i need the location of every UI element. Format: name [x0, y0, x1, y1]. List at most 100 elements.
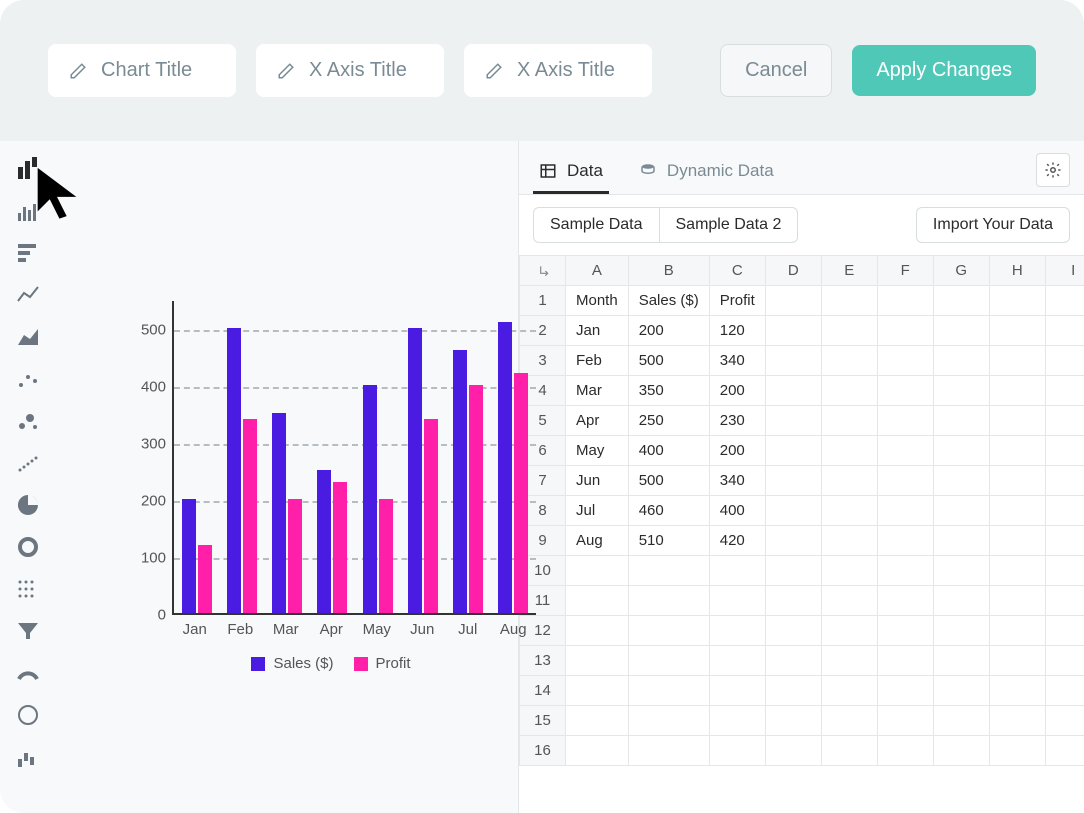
cell[interactable] — [709, 556, 765, 586]
cell[interactable] — [933, 286, 989, 316]
cell[interactable] — [765, 616, 821, 646]
cell[interactable] — [709, 586, 765, 616]
cell[interactable]: 200 — [628, 316, 709, 346]
cell[interactable]: Jun — [566, 466, 629, 496]
cell[interactable] — [989, 496, 1045, 526]
cell[interactable] — [566, 706, 629, 736]
cell[interactable] — [933, 496, 989, 526]
cell[interactable] — [1045, 286, 1084, 316]
cell[interactable]: Apr — [566, 406, 629, 436]
cell[interactable] — [765, 556, 821, 586]
cell[interactable] — [1045, 406, 1084, 436]
cell[interactable] — [765, 316, 821, 346]
cell[interactable] — [933, 346, 989, 376]
cell[interactable] — [933, 736, 989, 766]
cell[interactable] — [566, 556, 629, 586]
sample-data-2-button[interactable]: Sample Data 2 — [660, 207, 799, 243]
cell[interactable] — [821, 436, 877, 466]
cell[interactable] — [877, 466, 933, 496]
cell[interactable]: 230 — [709, 406, 765, 436]
cell[interactable] — [709, 736, 765, 766]
cell[interactable] — [933, 586, 989, 616]
cell[interactable] — [989, 436, 1045, 466]
donut-chart-icon[interactable] — [14, 533, 42, 561]
cell[interactable] — [765, 586, 821, 616]
cell[interactable] — [877, 556, 933, 586]
cell[interactable] — [933, 466, 989, 496]
horizontal-bar-icon[interactable] — [14, 239, 42, 267]
cell[interactable]: Jul — [566, 496, 629, 526]
cell[interactable] — [821, 676, 877, 706]
cell[interactable]: 340 — [709, 466, 765, 496]
cell[interactable] — [765, 376, 821, 406]
chart-title-input[interactable]: Chart Title — [48, 44, 236, 97]
cell[interactable] — [1045, 736, 1084, 766]
col-header[interactable]: E — [821, 256, 877, 286]
line-chart-icon[interactable] — [14, 281, 42, 309]
cell[interactable] — [989, 556, 1045, 586]
cell[interactable] — [821, 466, 877, 496]
cell[interactable]: 340 — [709, 346, 765, 376]
area-chart-icon[interactable] — [14, 323, 42, 351]
scatter-chart-icon[interactable] — [14, 365, 42, 393]
col-header[interactable]: F — [877, 256, 933, 286]
cell[interactable] — [821, 586, 877, 616]
cell[interactable]: 200 — [709, 436, 765, 466]
cell[interactable] — [821, 646, 877, 676]
cell[interactable]: 250 — [628, 406, 709, 436]
cell[interactable]: 460 — [628, 496, 709, 526]
cell[interactable] — [933, 616, 989, 646]
cell[interactable] — [989, 736, 1045, 766]
cell[interactable]: May — [566, 436, 629, 466]
cell[interactable] — [765, 706, 821, 736]
cell[interactable] — [877, 736, 933, 766]
cell[interactable] — [765, 406, 821, 436]
dot-plot-icon[interactable] — [14, 449, 42, 477]
apply-changes-button[interactable]: Apply Changes — [852, 45, 1036, 96]
import-data-button[interactable]: Import Your Data — [916, 207, 1070, 243]
cell[interactable] — [989, 346, 1045, 376]
col-header[interactable]: G — [933, 256, 989, 286]
cell[interactable] — [933, 406, 989, 436]
cell[interactable] — [566, 586, 629, 616]
cell[interactable] — [628, 646, 709, 676]
cell[interactable] — [628, 616, 709, 646]
cell[interactable]: Mar — [566, 376, 629, 406]
cell[interactable] — [877, 406, 933, 436]
cell[interactable] — [933, 526, 989, 556]
cell[interactable]: 350 — [628, 376, 709, 406]
cell[interactable] — [877, 436, 933, 466]
cell[interactable]: Jan — [566, 316, 629, 346]
cell[interactable] — [877, 286, 933, 316]
cell[interactable]: 200 — [709, 376, 765, 406]
cell[interactable] — [877, 376, 933, 406]
cell[interactable] — [821, 346, 877, 376]
tab-dynamic-data[interactable]: Dynamic Data — [633, 151, 780, 194]
col-header[interactable]: D — [765, 256, 821, 286]
waterfall-icon[interactable] — [14, 743, 42, 771]
cell[interactable] — [1045, 616, 1084, 646]
cell[interactable] — [821, 316, 877, 346]
cell[interactable] — [821, 286, 877, 316]
cell[interactable] — [877, 526, 933, 556]
sample-data-button[interactable]: Sample Data — [533, 207, 660, 243]
tab-data[interactable]: Data — [533, 151, 609, 194]
cell[interactable] — [765, 676, 821, 706]
cell[interactable]: 500 — [628, 346, 709, 376]
cell[interactable] — [933, 706, 989, 736]
cell[interactable] — [989, 376, 1045, 406]
cell[interactable] — [1045, 496, 1084, 526]
cell[interactable] — [765, 736, 821, 766]
settings-button[interactable] — [1036, 153, 1070, 187]
bubble-chart-icon[interactable] — [14, 407, 42, 435]
cell[interactable] — [933, 316, 989, 346]
cell[interactable] — [989, 466, 1045, 496]
cell[interactable] — [1045, 316, 1084, 346]
cell[interactable] — [989, 646, 1045, 676]
cell[interactable] — [989, 526, 1045, 556]
cell[interactable] — [821, 406, 877, 436]
cell[interactable] — [877, 676, 933, 706]
cell[interactable] — [933, 676, 989, 706]
cell[interactable] — [765, 646, 821, 676]
cell[interactable] — [1045, 436, 1084, 466]
